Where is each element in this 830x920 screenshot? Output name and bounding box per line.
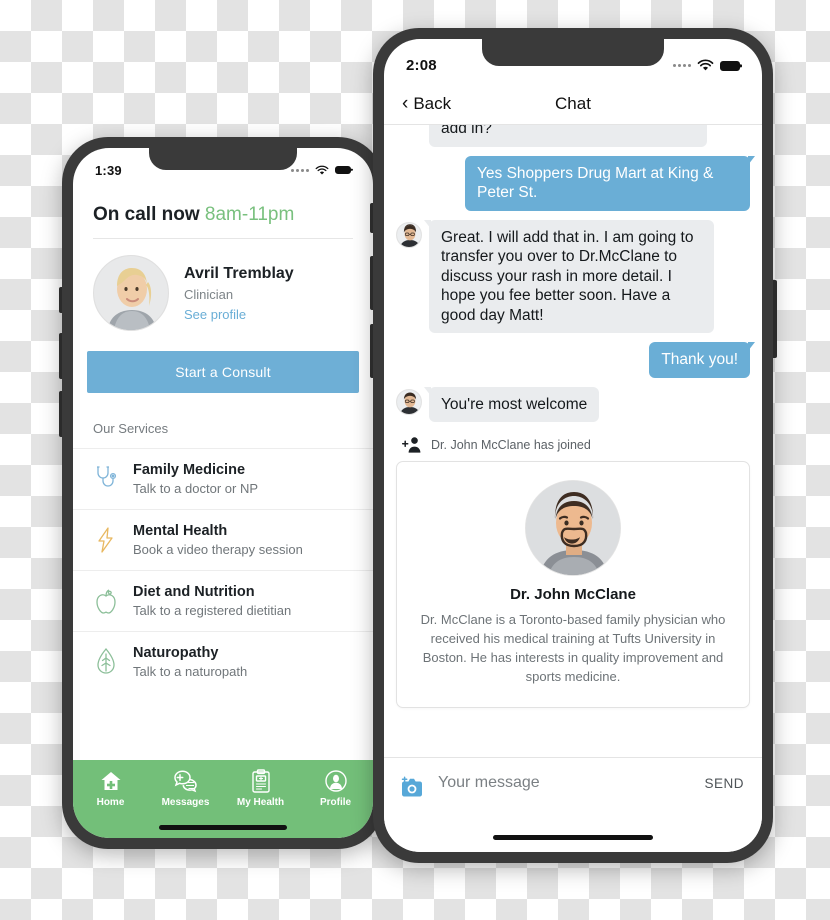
home-indicator[interactable] [159, 825, 287, 830]
left-status-bar: 1:39 [73, 148, 373, 186]
chevron-left-icon: ‹ [402, 93, 409, 114]
on-call-hours: 8am-11pm [204, 204, 295, 225]
stethoscope-icon [93, 464, 119, 494]
clinician-details: Avril Tremblay Clinician See profile [184, 265, 294, 322]
message-row: add in? [396, 125, 750, 147]
message-input[interactable]: Your message [438, 774, 690, 792]
message-row: You're most welcome [396, 386, 750, 423]
volume-down-button[interactable] [59, 391, 62, 437]
send-button[interactable]: SEND [704, 776, 744, 791]
back-label: Back [413, 93, 452, 113]
doctor-bio: Dr. McClane is a Toronto-based family ph… [420, 612, 726, 684]
volume-up-button[interactable] [370, 256, 373, 310]
message-composer: Your message SEND [384, 757, 762, 852]
battery-icon [720, 60, 740, 71]
apple-icon [93, 586, 119, 616]
status-time: 1:39 [95, 162, 122, 178]
message-row: Great. I will add that in. I am going to… [396, 219, 750, 334]
person-add-icon [402, 437, 421, 453]
service-row-diet-nutrition[interactable]: Diet and Nutrition Talk to a registered … [73, 570, 373, 631]
service-name: Diet and Nutrition [133, 584, 255, 600]
doctor-photo [525, 480, 621, 577]
right-phone-device: 2:08 ‹ Back Chat add in? Yes Shoppers Dr… [370, 28, 777, 863]
wifi-icon [697, 59, 714, 71]
service-name: Mental Health [133, 523, 228, 539]
camera-add-icon[interactable] [400, 776, 424, 800]
clinician-avatar-small [396, 388, 422, 415]
service-text: Diet and Nutrition Talk to a registered … [133, 584, 291, 618]
message-bubble-incoming[interactable]: add in? [429, 125, 707, 147]
tab-label: My Health [236, 797, 285, 808]
service-subtitle: Book a video therapy session [133, 542, 303, 557]
on-call-header: On call now 8am-11pm [73, 186, 373, 238]
clinician-avatar-small [396, 221, 422, 248]
message-bubble-incoming[interactable]: Great. I will add that in. I am going to… [424, 219, 714, 334]
leaf-icon [93, 647, 119, 677]
right-status-bar: 2:08 [384, 39, 762, 83]
join-notice: Dr. John McClane has joined [396, 431, 750, 461]
service-row-naturopathy[interactable]: Naturopathy Talk to a naturopath [73, 631, 373, 692]
doctor-profile-card[interactable]: Dr. John McClane Dr. McClane is a Toront… [396, 461, 750, 708]
service-text: Family Medicine Talk to a doctor or NP [133, 462, 258, 496]
battery-icon [335, 166, 351, 174]
join-notice-text: Dr. John McClane has joined [431, 438, 591, 453]
service-subtitle: Talk to a naturopath [133, 664, 248, 679]
lightning-bolt-icon [93, 525, 119, 555]
back-button[interactable]: ‹ Back [402, 94, 451, 114]
clinician-role: Clinician [184, 286, 234, 302]
service-subtitle: Talk to a doctor or NP [133, 481, 258, 496]
clinician-card[interactable]: Avril Tremblay Clinician See profile [73, 239, 373, 347]
mute-switch[interactable] [370, 203, 373, 233]
tab-messages[interactable]: Messages [148, 768, 223, 808]
service-text: Naturopathy Talk to a naturopath [133, 645, 247, 679]
service-name: Naturopathy [133, 645, 219, 661]
status-time: 2:08 [406, 57, 437, 74]
clinician-avatar [93, 255, 169, 331]
signal-dots-icon [673, 64, 691, 67]
tab-home[interactable]: Home [73, 768, 148, 808]
messages-icon [148, 768, 223, 794]
clinician-name: Avril Tremblay [184, 264, 294, 282]
clipboard-health-icon [223, 768, 298, 794]
message-row: Thank you! [396, 342, 755, 378]
tab-my-health[interactable]: My Health [223, 768, 298, 808]
services-section-title: Our Services [93, 421, 169, 436]
service-row-mental-health[interactable]: Mental Health Book a video therapy sessi… [73, 509, 373, 570]
doctor-name: Dr. John McClane [510, 586, 636, 604]
service-name: Family Medicine [133, 462, 246, 478]
mute-switch[interactable] [59, 287, 62, 313]
home-indicator[interactable] [493, 835, 653, 840]
start-consult-button[interactable]: Start a Consult [87, 351, 359, 393]
message-bubble-outgoing[interactable]: Yes Shoppers Drug Mart at King & Peter S… [465, 155, 755, 211]
service-row-family-medicine[interactable]: Family Medicine Talk to a doctor or NP [73, 448, 373, 509]
service-text: Mental Health Book a video therapy sessi… [133, 523, 303, 557]
message-bubble-incoming[interactable]: You're most welcome [423, 386, 600, 423]
tab-label: Messages [161, 797, 210, 808]
message-bubble-outgoing[interactable]: Thank you! [649, 342, 755, 378]
message-row: Yes Shoppers Drug Mart at King & Peter S… [396, 155, 755, 211]
profile-icon [298, 768, 373, 794]
tab-label: Home [96, 797, 125, 808]
tab-label: Profile [319, 797, 352, 808]
home-plus-icon [73, 768, 148, 794]
right-phone-screen: 2:08 ‹ Back Chat add in? Yes Shoppers Dr… [384, 39, 762, 852]
tab-profile[interactable]: Profile [298, 768, 373, 808]
left-phone-screen: 1:39 On call now 8am-11pm Avril Tremblay… [73, 148, 373, 838]
on-call-title: On call now [93, 204, 200, 225]
chat-message-list[interactable]: add in? Yes Shoppers Drug Mart at King &… [384, 125, 762, 757]
service-subtitle: Talk to a registered dietitian [133, 603, 292, 618]
wifi-icon [315, 165, 329, 175]
left-phone-device: 1:39 On call now 8am-11pm Avril Tremblay… [59, 137, 387, 849]
signal-dots-icon [291, 168, 309, 172]
chat-nav-bar: ‹ Back Chat [384, 83, 762, 125]
volume-up-button[interactable] [59, 333, 62, 379]
bottom-tab-bar: Home Messages My Health Profile [73, 760, 373, 838]
power-button[interactable] [773, 280, 777, 358]
see-profile-link[interactable]: See profile [184, 307, 294, 322]
volume-down-button[interactable] [370, 324, 373, 378]
